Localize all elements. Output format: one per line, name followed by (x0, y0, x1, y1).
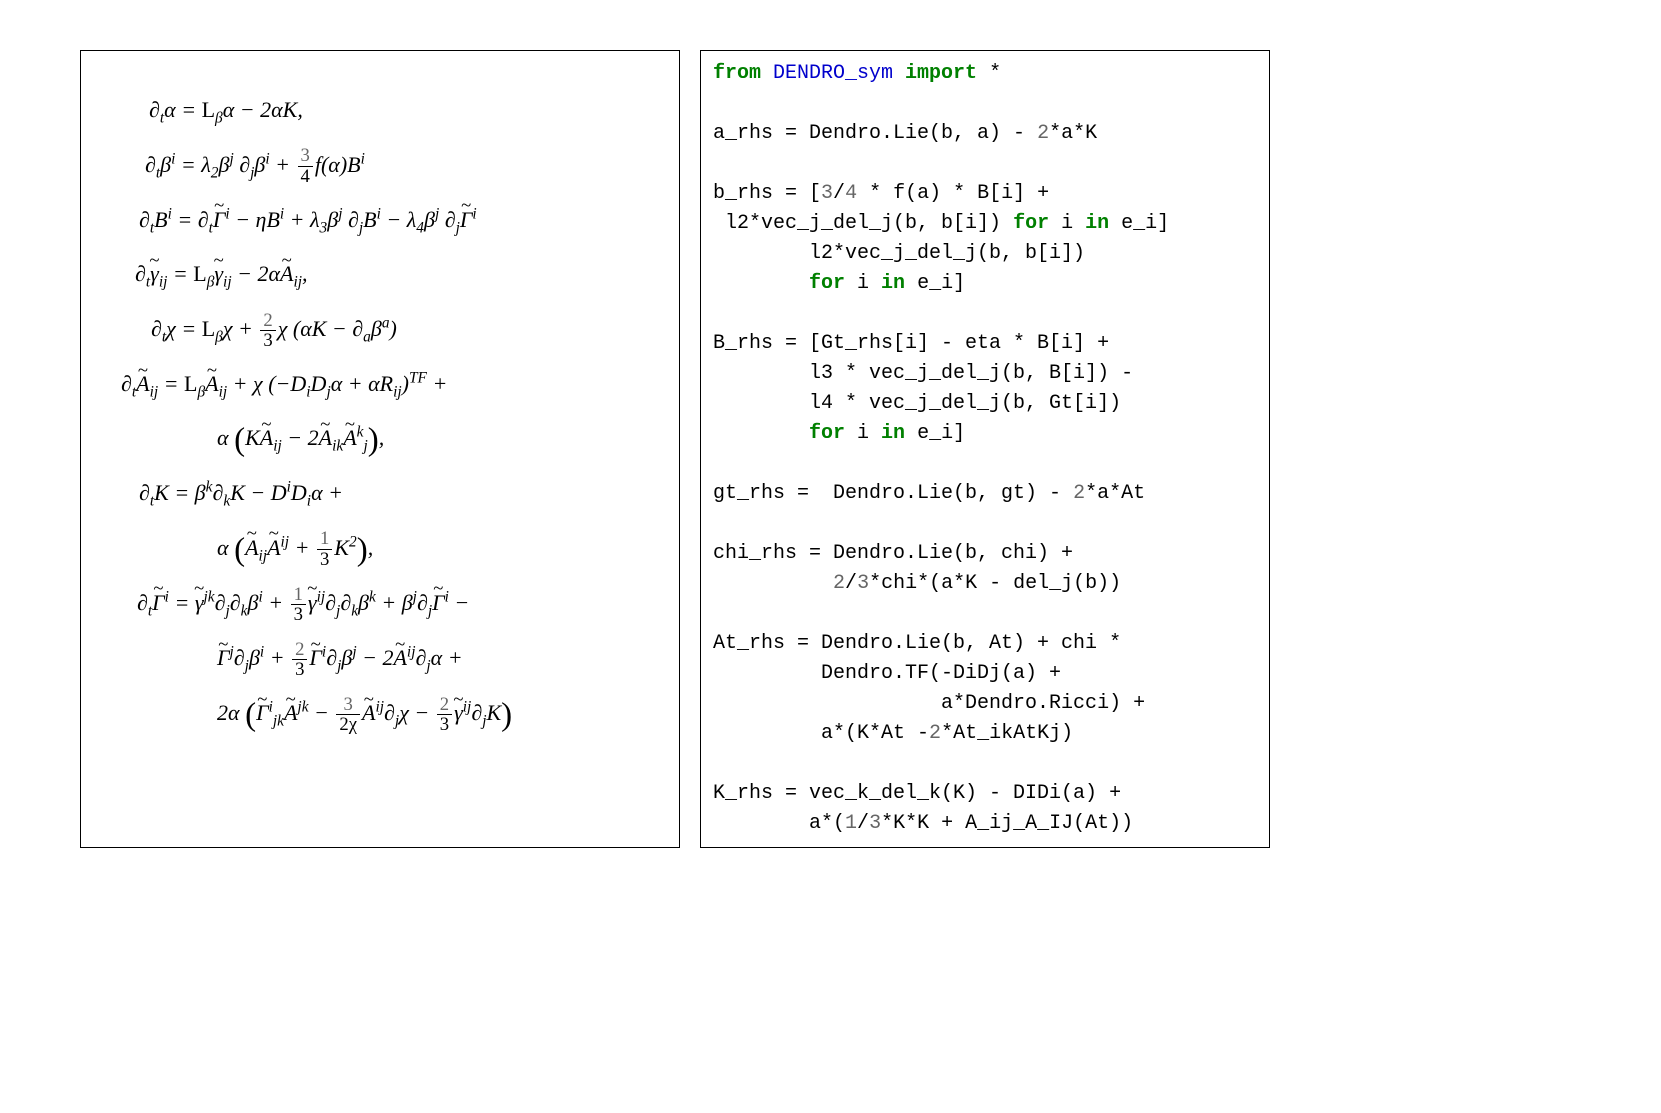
kw-from: from (713, 62, 773, 85)
code-line: K_rhs = vec_k_del_k(K) - DIDi(a) + (713, 782, 1121, 805)
kw-import: import (905, 62, 989, 85)
code-line: a_rhs = Dendro.Lie(b, a) - (713, 122, 1037, 145)
code-line: gt_rhs = Dendro.Lie(b, gt) - (713, 482, 1073, 505)
eq-gamma: ∂tγij = Lβγij − 2αAij, (111, 255, 649, 296)
code-line: chi_rhs = Dendro.Lie(b, chi) + (713, 542, 1073, 565)
code-line: Dendro.TF(-DiDj(a) + (713, 662, 1061, 685)
eq-Gamma-cont2: 2α (ΓijkAjk − 32χAij∂jχ − 23γij∂jK) (111, 694, 649, 735)
code-line: B_rhs = [Gt_rhs[i] - eta * B[i] + (713, 332, 1109, 355)
code-line: a*Dendro.Ricci) + (713, 692, 1145, 715)
code-line: l2*vec_j_del_j(b, b[i]) (713, 242, 1085, 265)
eq-A: ∂tAij = LβAij + χ (−DiDjα + αRij)TF + (111, 365, 649, 406)
code-panel: from DENDRO_sym import * a_rhs = Dendro.… (700, 50, 1270, 848)
module-name: DENDRO_sym (773, 62, 905, 85)
math-panel: ∂tα = Lβα − 2αK, ∂tβi = λ2βj ∂jβi + 34f(… (80, 50, 680, 848)
eq-K-cont: α (AijAij + 13K2), (111, 529, 649, 570)
eq-Gamma: ∂tΓi = γjk∂j∂kβi + 13γij∂j∂kβk + βj∂jΓi … (111, 584, 649, 625)
partial: ∂ (149, 97, 160, 122)
eq-Gamma-cont1: Γj∂jβi + 23Γi∂jβj − 2Aij∂jα + (111, 639, 649, 680)
code-line: b_rhs = [ (713, 182, 821, 205)
eq-alpha: ∂tα = Lβα − 2αK, (111, 91, 649, 132)
eq-chi: ∂tχ = Lβχ + 23χ (αK − ∂aβa) (111, 310, 649, 351)
code-line: l3 * vec_j_del_j(b, B[i]) - (713, 362, 1133, 385)
eq-beta: ∂tβi = λ2βj ∂jβi + 34f(α)Bi (111, 146, 649, 187)
code-line: l4 * vec_j_del_j(b, Gt[i]) (713, 392, 1121, 415)
eq-A-cont: α (KAij − 2AikAkj), (111, 419, 649, 460)
eq-B: ∂tBi = ∂tΓi − ηBi + λ3βj ∂jBi − λ4βj ∂jΓ… (111, 201, 649, 242)
eq-K: ∂tK = βk∂kK − DiDiα + (111, 474, 649, 515)
code-line: At_rhs = Dendro.Lie(b, At) + chi * (713, 632, 1121, 655)
